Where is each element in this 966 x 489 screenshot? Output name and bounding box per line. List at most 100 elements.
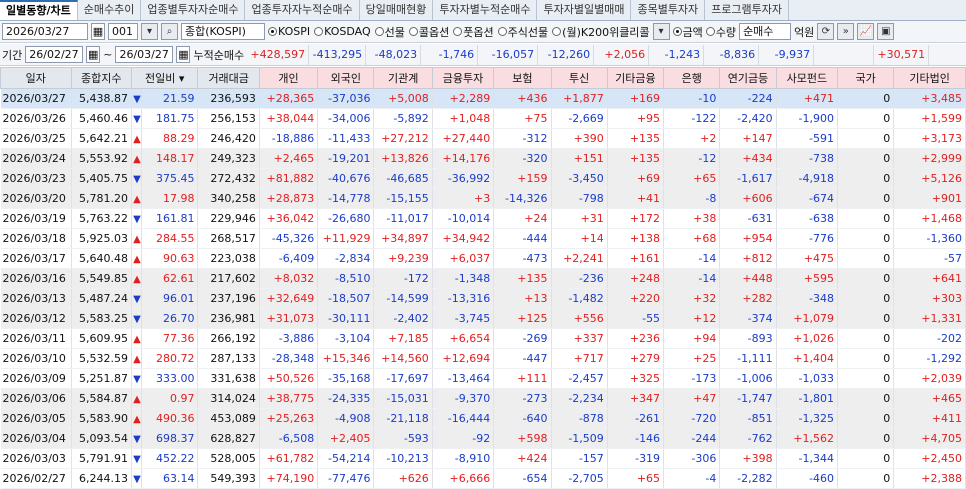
date-cell: 2026/03/19 (0, 208, 72, 229)
expand-icon[interactable]: » (837, 23, 855, 40)
net-buy-cell: +5,126 (893, 168, 966, 189)
table-row[interactable]: 2026/03/17 5,640.48 ▲ 90.63 223,038 -6,409 -2,… (0, 248, 966, 269)
net-buy-cell: -9,370 (432, 388, 495, 409)
net-buy-cell: +4,705 (893, 428, 966, 449)
net-buy-cell: -776 (776, 228, 839, 249)
change-direction-cell: ▼ (131, 168, 143, 189)
metric-amount-radio[interactable]: 금액 (672, 24, 703, 40)
table-row[interactable]: 2026/03/12 5,583.25 ▼ 26.70 236,981 +31,073 -3… (0, 308, 966, 329)
table-row[interactable]: 2026/03/20 5,781.20 ▲ 17.98 340,258 +28,873 -1… (0, 188, 966, 209)
tab-7[interactable]: 종목별투자자 (631, 0, 706, 20)
table-row[interactable]: 2026/03/19 5,763.22 ▼ 161.81 229,946 +36,042-… (0, 208, 966, 229)
from-calendar-icon[interactable]: ▦ (86, 46, 101, 63)
search-icon[interactable]: ⌕ (161, 23, 178, 40)
column-header[interactable]: 전일비 ▾ (130, 67, 199, 89)
metric-qty-radio[interactable]: 수량 (705, 24, 736, 40)
sort-dropdown-icon[interactable]: ▾ (175, 72, 185, 85)
tab-0[interactable]: 일별동향/차트 (0, 0, 78, 20)
table-row[interactable]: 2026/03/23 5,405.75 ▼ 375.45 272,432 +81,882-… (0, 168, 966, 189)
table-row[interactable]: 2026/03/26 5,460.46 ▼ 181.75 256,153 +38,044-… (0, 108, 966, 129)
down-arrow-icon: ▼ (133, 454, 141, 465)
table-row[interactable]: 2026/03/27 5,438.87 ▼ 21.59 236,593 +28,365 -3… (0, 88, 966, 109)
market-radio-4[interactable]: 풋옵션 (453, 24, 494, 40)
net-buy-cell: -312 (493, 128, 552, 149)
tab-3[interactable]: 업종투자자누적순매수 (245, 0, 360, 20)
net-buy-cell: +32 (663, 288, 721, 309)
column-header[interactable]: 은행 (663, 67, 721, 89)
market-radio-1[interactable]: KOSDAQ (314, 24, 371, 40)
period-from-input[interactable]: 26/02/27 (25, 46, 84, 63)
code-input[interactable]: 001 (108, 23, 138, 40)
column-header[interactable]: 투신 (550, 67, 608, 89)
market-radio-0[interactable]: KOSPI (268, 24, 310, 40)
date-cell: 2026/03/05 (0, 408, 72, 429)
table-row[interactable]: 2026/03/24 5,553.92 ▲ 148.17 249,323 +2,465 -1… (0, 148, 966, 169)
table-row[interactable]: 2026/03/16 5,549.85 ▲ 62.61 217,602 +8,032 -8,… (0, 268, 966, 289)
table-row[interactable]: 2026/03/10 5,532.59 ▲ 280.72 287,133 -28,348 +… (0, 348, 966, 369)
market-dropdown-icon[interactable]: ▾ (652, 23, 670, 40)
calendar-icon[interactable]: ▦ (91, 23, 105, 40)
tab-8[interactable]: 프로그램투자자 (705, 0, 790, 20)
net-buy-cell: +1,331 (893, 308, 966, 329)
net-buy-cell: +68 (663, 228, 721, 249)
net-buy-cell: 0 (837, 248, 895, 269)
column-header[interactable]: 일자 (0, 67, 72, 89)
net-buy-cell: +31 (551, 208, 608, 229)
tab-5[interactable]: 투자자별누적순매수 (433, 0, 538, 20)
net-buy-cell: +34,942 (432, 228, 495, 249)
column-header[interactable]: 거래대금 (197, 67, 260, 89)
net-buy-cell: -638 (776, 208, 839, 229)
date-input[interactable]: 2026/03/27 (2, 23, 88, 40)
table-row[interactable]: 2026/03/05 5,583.90 ▲ 490.36 453,089 +25,263-… (0, 408, 966, 429)
tab-1[interactable]: 순매수추이 (78, 0, 142, 20)
refresh-icon[interactable]: ⟳ (817, 23, 835, 40)
up-arrow-icon: ▲ (133, 194, 141, 205)
tab-4[interactable]: 당일매매현황 (360, 0, 434, 20)
table-row[interactable]: 2026/02/27 6,244.13 ▼ 63.14 549,393 +74,190 -7… (0, 468, 966, 489)
turnover-cell: 528,005 (197, 448, 260, 469)
chart-icon[interactable]: 📈 (857, 23, 875, 40)
tab-6[interactable]: 투자자별일별매매 (537, 0, 632, 20)
market-radio-6[interactable]: (월)K200위클리콜 (552, 24, 650, 40)
column-header[interactable]: 기타금융 (606, 67, 665, 89)
period-bar: 기간 26/02/27 ▦ ~ 26/03/27 ▦ 누적순매수 +428,59… (0, 44, 966, 66)
period-to-input[interactable]: 26/03/27 (115, 46, 174, 63)
market-radio-2[interactable]: 선물 (374, 24, 405, 40)
column-header[interactable]: 연기금등 (719, 67, 777, 89)
table-row[interactable]: 2026/03/18 5,925.03 ▲ 284.55 268,517 -45,326 +… (0, 228, 966, 249)
column-header[interactable]: 개인 (258, 67, 319, 89)
table-row[interactable]: 2026/03/04 5,093.54 ▼ 698.37 628,827 -6,508 +2… (0, 428, 966, 449)
column-header[interactable]: 보험 (493, 67, 552, 89)
tab-2[interactable]: 업종별투자자순매수 (141, 0, 246, 20)
date-cell: 2026/03/04 (0, 428, 72, 449)
column-header[interactable]: 외국인 (317, 67, 375, 89)
mode-select[interactable]: 순매수 (739, 23, 792, 40)
column-header[interactable]: 기타법인 (893, 67, 966, 89)
net-buy-cell: 0 (837, 208, 895, 229)
net-buy-cell: +75 (493, 108, 552, 129)
table-row[interactable]: 2026/03/25 5,642.21 ▲ 88.29 246,420 -18,886 -1… (0, 128, 966, 149)
grid-view-icon[interactable]: ▣ (877, 23, 895, 40)
net-buy-cell: -19,201 (317, 148, 375, 169)
date-cell: 2026/03/10 (0, 348, 72, 369)
column-header[interactable]: 금융투자 (431, 67, 495, 89)
net-buy-cell: -14,778 (317, 188, 375, 209)
net-buy-cell: -851 (719, 408, 777, 429)
table-row[interactable]: 2026/03/11 5,609.95 ▲ 77.36 266,192 -3,886 -3,… (0, 328, 966, 349)
market-radio-3[interactable]: 콜옵션 (408, 24, 449, 40)
table-row[interactable]: 2026/03/13 5,487.24 ▼ 96.01 237,196 +32,649 -1… (0, 288, 966, 309)
net-buy-cell: 0 (837, 408, 895, 429)
net-buy-cell: -14,326 (493, 188, 552, 209)
column-header[interactable]: 기관계 (373, 67, 433, 89)
column-header[interactable]: 국가 (837, 67, 895, 89)
market-radio-5[interactable]: 주식선물 (497, 24, 548, 40)
code-dropdown-icon[interactable]: ▾ (141, 23, 158, 40)
net-buy-cell: +65 (663, 168, 721, 189)
column-header[interactable]: 사모펀드 (775, 67, 839, 89)
to-calendar-icon[interactable]: ▦ (176, 46, 191, 63)
table-row[interactable]: 2026/03/03 5,791.91 ▼ 452.22 528,005 +61,782-… (0, 448, 966, 469)
table-row[interactable]: 2026/03/06 5,584.87 ▲ 0.97 314,024 +38,775 -24… (0, 388, 966, 409)
unit-label: 억원 (794, 25, 815, 39)
table-row[interactable]: 2026/03/09 5,251.87 ▼ 333.00 331,638 +50,526-… (0, 368, 966, 389)
column-header[interactable]: 종합지수 (70, 67, 132, 89)
